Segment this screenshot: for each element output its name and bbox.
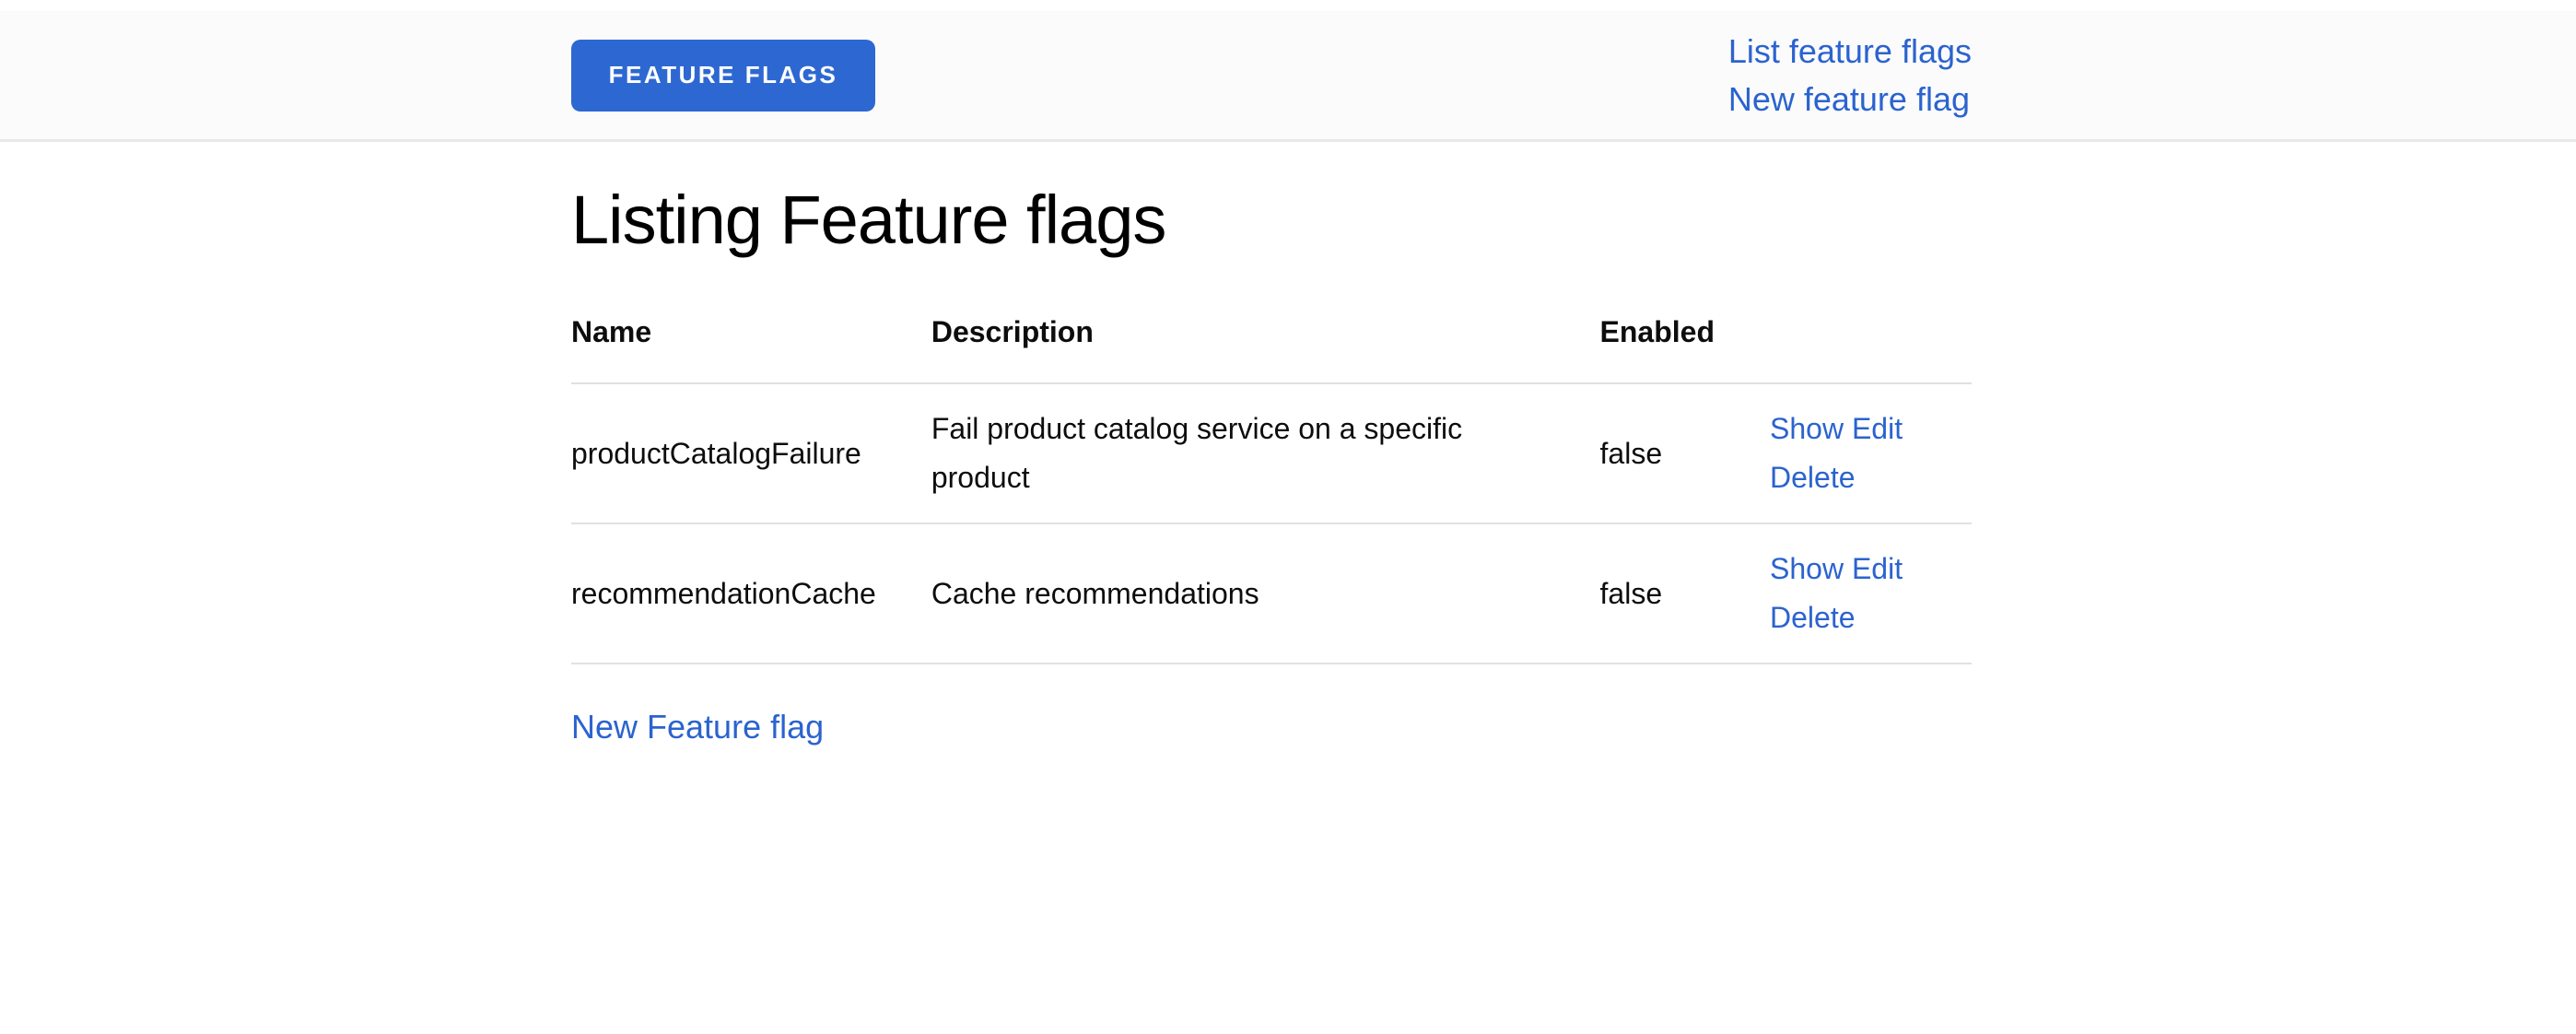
column-header-actions (1742, 308, 1972, 383)
table-row: productCatalogFailure Fail product catal… (571, 383, 1972, 523)
table-header-row: Name Description Enabled (571, 308, 1972, 383)
feature-flags-brand-button[interactable]: FEATURE FLAGS (571, 40, 875, 112)
cell-flag-actions: Show Edit Delete (1742, 383, 1972, 523)
new-feature-flag-wrap: New Feature flag (571, 703, 1972, 751)
cell-flag-actions: Show Edit Delete (1742, 523, 1972, 664)
delete-link[interactable]: Delete (1770, 601, 1856, 634)
new-feature-flag-link[interactable]: New Feature flag (571, 708, 824, 746)
show-link[interactable]: Show (1770, 412, 1844, 445)
column-header-name: Name (571, 308, 904, 383)
page-title: Listing Feature flags (571, 179, 1972, 262)
show-link[interactable]: Show (1770, 552, 1844, 585)
column-header-enabled: Enabled (1573, 308, 1742, 383)
feature-flags-table: Name Description Enabled productCatalogF… (571, 308, 1972, 664)
cell-flag-name: recommendationCache (571, 523, 904, 664)
app-header: FEATURE FLAGS List feature flags New fea… (0, 11, 2576, 142)
table-row: recommendationCache Cache recommendation… (571, 523, 1972, 664)
cell-flag-name: productCatalogFailure (571, 383, 904, 523)
cell-flag-description: Fail product catalog service on a specif… (904, 383, 1573, 523)
column-header-description: Description (904, 308, 1573, 383)
edit-link[interactable]: Edit (1852, 552, 1903, 585)
header-nav: List feature flags New feature flag (1728, 28, 1972, 123)
delete-link[interactable]: Delete (1770, 461, 1856, 494)
main-content: Listing Feature flags Name Description E… (571, 179, 1972, 751)
cell-flag-enabled: false (1573, 383, 1742, 523)
header-container: FEATURE FLAGS List feature flags New fea… (571, 11, 1972, 139)
nav-link-new-feature-flag[interactable]: New feature flag (1728, 76, 1970, 123)
nav-link-list-feature-flags[interactable]: List feature flags (1728, 28, 1972, 76)
cell-flag-enabled: false (1573, 523, 1742, 664)
cell-flag-description: Cache recommendations (904, 523, 1573, 664)
edit-link[interactable]: Edit (1852, 412, 1903, 445)
